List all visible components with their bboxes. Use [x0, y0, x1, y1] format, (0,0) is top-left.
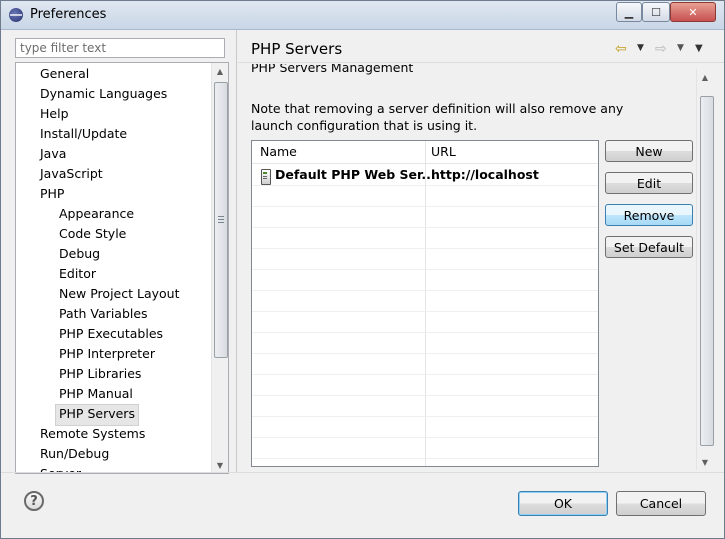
- scroll-down-icon[interactable]: ▼: [212, 457, 228, 473]
- tree-item-php-manual[interactable]: PHP Manual: [59, 384, 133, 404]
- row-divider: [252, 269, 598, 270]
- preferences-dialog: Preferences ▁ ☐ ✕ General Dynamic Langua…: [0, 0, 725, 539]
- cancel-button[interactable]: Cancel: [616, 491, 706, 516]
- column-header-url[interactable]: URL: [431, 144, 456, 159]
- row-divider: [252, 458, 598, 459]
- column-header-name[interactable]: Name: [260, 144, 297, 159]
- tree-item-php-executables[interactable]: PHP Executables: [59, 324, 163, 344]
- section-title: PHP Servers Management: [251, 64, 413, 80]
- view-menu-icon[interactable]: ▼: [695, 43, 703, 54]
- maximize-button[interactable]: ☐: [642, 2, 670, 22]
- forward-history-dropdown-icon[interactable]: ▼: [677, 43, 684, 53]
- tree-item-php-servers[interactable]: PHP Servers: [55, 404, 139, 426]
- back-history-dropdown-icon[interactable]: ▼: [637, 43, 644, 53]
- tree-scroll-thumb[interactable]: [214, 82, 228, 358]
- tree-item-run-debug[interactable]: Run/Debug: [40, 444, 109, 464]
- tree-item-remote-systems[interactable]: Remote Systems: [40, 424, 145, 444]
- tree-item-php-libraries[interactable]: PHP Libraries: [59, 364, 141, 384]
- back-arrow-icon[interactable]: ⇦: [615, 41, 627, 57]
- eclipse-icon: [9, 8, 23, 22]
- minimize-button[interactable]: ▁: [616, 2, 642, 22]
- grip-line: [218, 216, 224, 217]
- scroll-down-icon[interactable]: ▼: [697, 454, 713, 470]
- help-icon[interactable]: ?: [24, 491, 44, 511]
- page-scroll-thumb[interactable]: [700, 96, 714, 446]
- row-divider: [252, 206, 598, 207]
- tree-item-dynamic-languages[interactable]: Dynamic Languages: [40, 84, 167, 104]
- filter-input[interactable]: [15, 38, 225, 58]
- row-divider: [252, 248, 598, 249]
- remove-button[interactable]: Remove: [605, 204, 693, 226]
- ok-button[interactable]: OK: [518, 491, 608, 516]
- tree-item-editor[interactable]: Editor: [59, 264, 96, 284]
- tree-item-install-update[interactable]: Install/Update: [40, 124, 127, 144]
- page-scrollbar[interactable]: ▲ ▼: [696, 69, 714, 470]
- page-title: PHP Servers: [251, 40, 343, 58]
- pane-divider[interactable]: [236, 30, 237, 472]
- description-text: Note that removing a server definition w…: [251, 101, 624, 133]
- tree-item-php[interactable]: PHP: [40, 184, 64, 204]
- preferences-tree: General Dynamic Languages Help Install/U…: [15, 62, 229, 474]
- server-url-cell[interactable]: http://localhost: [431, 167, 539, 182]
- row-divider: [252, 332, 598, 333]
- tree-item-php-interpreter[interactable]: PHP Interpreter: [59, 344, 155, 364]
- row-divider: [252, 437, 598, 438]
- scroll-up-icon[interactable]: ▲: [697, 69, 713, 85]
- close-button[interactable]: ✕: [670, 2, 716, 22]
- server-name-cell[interactable]: Default PHP Web Ser...: [275, 167, 436, 182]
- window-title: Preferences: [30, 7, 107, 22]
- tree-item-help[interactable]: Help: [40, 104, 69, 124]
- page-separator: [238, 62, 724, 63]
- grip-line: [218, 222, 224, 223]
- row-divider: [252, 395, 598, 396]
- forward-arrow-icon[interactable]: ⇨: [655, 41, 667, 57]
- servers-table: Name URL Default PHP Web Ser... http://l…: [251, 140, 599, 467]
- tree-item-debug[interactable]: Debug: [59, 244, 100, 264]
- tree-item-appearance[interactable]: Appearance: [59, 204, 134, 224]
- row-divider: [252, 185, 598, 186]
- new-button[interactable]: New: [605, 140, 693, 162]
- row-divider: [252, 374, 598, 375]
- row-divider: [252, 353, 598, 354]
- row-divider: [252, 416, 598, 417]
- tree-item-general[interactable]: General: [40, 64, 89, 84]
- tree-item-new-project-layout[interactable]: New Project Layout: [59, 284, 179, 304]
- tree-scrollbar[interactable]: ▲ ▼: [211, 63, 228, 473]
- grip-line: [218, 219, 224, 220]
- scroll-up-icon[interactable]: ▲: [212, 63, 228, 79]
- row-divider: [252, 227, 598, 228]
- tree-item-path-variables[interactable]: Path Variables: [59, 304, 148, 324]
- title-bar: Preferences ▁ ☐ ✕: [1, 1, 724, 30]
- set-default-button[interactable]: Set Default: [605, 236, 693, 258]
- tree-item-javascript[interactable]: JavaScript: [40, 164, 103, 184]
- section-title-text: PHP Servers Management: [251, 64, 414, 75]
- edit-button[interactable]: Edit: [605, 172, 693, 194]
- tree-item-java[interactable]: Java: [40, 144, 66, 164]
- footer-separator: [1, 472, 724, 473]
- row-divider: [252, 290, 598, 291]
- tree-item-code-style[interactable]: Code Style: [59, 224, 126, 244]
- column-divider: [425, 141, 426, 466]
- row-divider: [252, 311, 598, 312]
- server-icon: [261, 169, 271, 185]
